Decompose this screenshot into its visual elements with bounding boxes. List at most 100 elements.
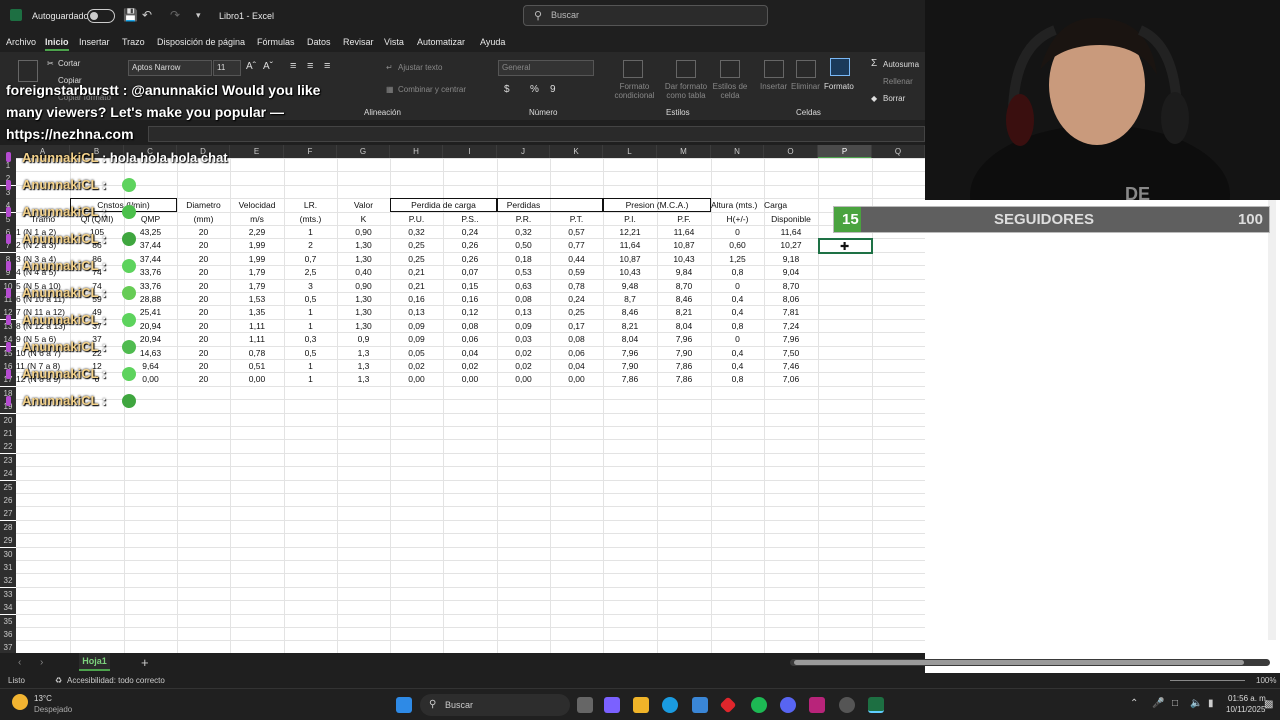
row-header[interactable]: 36: [0, 628, 16, 641]
column-header[interactable]: M: [657, 145, 711, 159]
tab-archivo[interactable]: Archivo: [6, 37, 36, 47]
copilot-icon[interactable]: [604, 697, 620, 713]
row-header[interactable]: 31: [0, 561, 16, 574]
column-header[interactable]: G: [337, 145, 390, 159]
row-header[interactable]: 24: [0, 467, 16, 481]
tab-datos[interactable]: Datos: [307, 37, 331, 47]
tab-inicio[interactable]: Inicio: [45, 37, 69, 51]
sheet-tab-hoja1[interactable]: Hoja1: [79, 653, 110, 671]
column-header[interactable]: K: [550, 145, 603, 159]
conditional-format-button[interactable]: Formato condicional: [612, 82, 657, 100]
microphone-icon[interactable]: 🎤: [1152, 698, 1164, 709]
add-sheet-icon[interactable]: +: [141, 655, 149, 670]
insert-cells-button[interactable]: Insertar: [760, 82, 787, 91]
spotify-icon[interactable]: [751, 697, 767, 713]
tab-insertar[interactable]: Insertar: [79, 37, 110, 47]
row-header[interactable]: 21: [0, 427, 16, 440]
undo-icon[interactable]: ↶: [142, 8, 152, 22]
column-header[interactable]: J: [497, 145, 550, 159]
taskbar-search[interactable]: ⚲ Buscar: [420, 694, 570, 716]
row-header[interactable]: 32: [0, 574, 16, 588]
store-icon[interactable]: [692, 697, 708, 713]
tab-formulas[interactable]: Fórmulas: [257, 37, 295, 47]
weather-icon[interactable]: [12, 694, 28, 710]
horizontal-scrollbar[interactable]: [790, 659, 1270, 666]
shrink-font-icon[interactable]: Aˇ: [263, 61, 273, 72]
align-top-icon[interactable]: ≡: [290, 60, 296, 72]
row-header[interactable]: 25: [0, 480, 16, 494]
column-header[interactable]: N: [711, 145, 764, 159]
cell-styles-button[interactable]: Estilos de celda: [712, 82, 748, 100]
table-format-icon[interactable]: [676, 60, 696, 78]
row-header[interactable]: 20: [0, 413, 16, 427]
delete-cells-button[interactable]: Eliminar: [791, 82, 820, 91]
discord-icon[interactable]: [780, 697, 796, 713]
delete-cells-icon[interactable]: [796, 60, 816, 78]
cell-styles-icon[interactable]: [720, 60, 740, 78]
tab-revisar[interactable]: Revisar: [343, 37, 374, 47]
font-name-select[interactable]: Aptos Narrow: [128, 60, 212, 76]
grow-font-icon[interactable]: Aˆ: [246, 61, 256, 72]
start-icon[interactable]: [396, 697, 412, 713]
row-header[interactable]: 34: [0, 601, 16, 615]
network-icon[interactable]: □: [1172, 698, 1178, 709]
tab-vista[interactable]: Vista: [384, 37, 404, 47]
search-input[interactable]: ⚲ Buscar: [523, 5, 768, 26]
row-header[interactable]: 28: [0, 520, 16, 534]
app-red-icon[interactable]: [719, 696, 737, 714]
row-header[interactable]: 27: [0, 507, 16, 521]
tab-automatizar[interactable]: Automatizar: [417, 37, 465, 47]
zoom-level[interactable]: 100%: [1256, 676, 1276, 685]
tray-chevron-icon[interactable]: ⌃: [1130, 698, 1138, 709]
row-header[interactable]: 37: [0, 641, 16, 653]
insert-cells-icon[interactable]: [764, 60, 784, 78]
spreadsheet-grid[interactable]: ABCDEFGHIJKLMNOPQ 1 2 3 4 5 6 7 8 9 10 11 12 13 14 15 1…: [0, 145, 925, 653]
number-format-select[interactable]: General: [498, 60, 594, 76]
next-sheet-icon[interactable]: ›: [40, 657, 43, 668]
row-header[interactable]: 35: [0, 614, 16, 628]
redo-icon[interactable]: ↷: [170, 8, 180, 22]
cut-button[interactable]: Cortar: [58, 59, 80, 68]
excel-taskbar-icon[interactable]: [868, 697, 884, 713]
table-format-button[interactable]: Dar formato como tabla: [660, 82, 712, 100]
customize-toolbar-icon[interactable]: ▾: [196, 10, 201, 21]
edge-icon[interactable]: [662, 697, 678, 713]
scrollbar-thumb[interactable]: [794, 660, 1244, 665]
column-header[interactable]: L: [603, 145, 657, 159]
column-header[interactable]: E: [230, 145, 284, 159]
vertical-scrollbar[interactable]: [1268, 200, 1276, 640]
clock-date[interactable]: 10/11/2025: [1226, 705, 1265, 714]
percent-icon[interactable]: %: [530, 84, 539, 95]
font-size-select[interactable]: 11: [213, 60, 241, 76]
zoom-slider[interactable]: [1170, 680, 1245, 681]
accessibility-status[interactable]: Accesibilidad: todo correcto: [67, 676, 165, 685]
align-bottom-icon[interactable]: ≡: [324, 60, 330, 72]
notification-icon[interactable]: ▩: [1264, 699, 1273, 710]
format-cells-button[interactable]: Formato: [824, 82, 854, 91]
align-middle-icon[interactable]: ≡: [307, 60, 313, 72]
battery-icon[interactable]: ▮: [1208, 698, 1214, 709]
tab-ayuda[interactable]: Ayuda: [480, 37, 505, 47]
clear-button[interactable]: Borrar: [883, 94, 905, 103]
wrap-text-button[interactable]: Ajustar texto: [398, 63, 442, 72]
column-header[interactable]: I: [443, 145, 497, 159]
task-view-icon[interactable]: [577, 697, 593, 713]
row-header[interactable]: 29: [0, 534, 16, 548]
column-header[interactable]: H: [390, 145, 443, 159]
tab-trazo[interactable]: Trazo: [122, 37, 145, 47]
row-header[interactable]: 22: [0, 440, 16, 454]
column-header[interactable]: O: [764, 145, 818, 159]
column-header[interactable]: Q: [872, 145, 925, 159]
row-header[interactable]: 30: [0, 547, 16, 561]
tab-disposicion[interactable]: Disposición de página: [157, 37, 245, 47]
merge-button[interactable]: Combinar y centrar: [398, 85, 466, 94]
currency-icon[interactable]: $: [504, 84, 510, 95]
prev-sheet-icon[interactable]: ‹: [18, 657, 21, 668]
obs-icon[interactable]: [839, 697, 855, 713]
autosum-button[interactable]: Autosuma: [883, 60, 919, 69]
file-explorer-icon[interactable]: [633, 697, 649, 713]
row-header[interactable]: 33: [0, 587, 16, 601]
clock-time[interactable]: 01:56 a. m.: [1228, 694, 1268, 703]
app-pink-icon[interactable]: [809, 697, 825, 713]
thousands-icon[interactable]: 9: [550, 84, 556, 95]
